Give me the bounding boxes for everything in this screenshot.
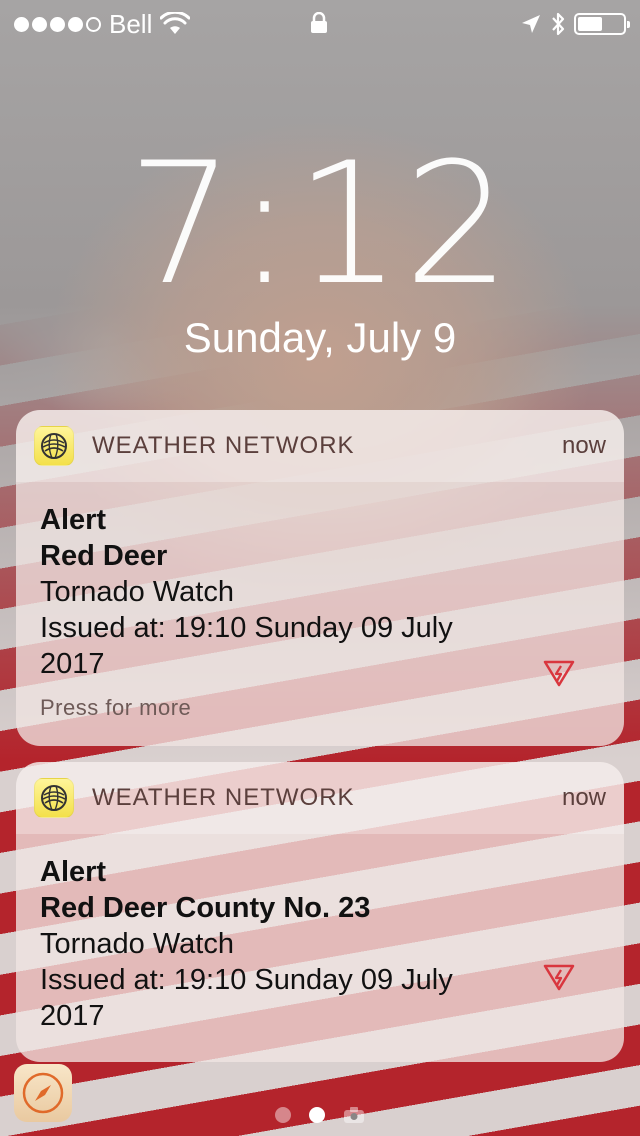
page-dot <box>275 1107 291 1123</box>
battery-level-fill <box>578 17 603 31</box>
notification-header: WEATHER NETWORK now <box>16 410 624 482</box>
battery-icon <box>574 13 630 35</box>
notification-card[interactable]: WEATHER NETWORK now Alert Red Deer Torna… <box>16 410 624 746</box>
status-right <box>520 11 630 37</box>
notification-body: Alert Red Deer County No. 23 Tornado Wat… <box>16 834 624 1034</box>
notification-title: Alert <box>40 856 107 888</box>
notification-issued: Issued at: 19:10 Sunday 09 July 2017 <box>40 964 453 1032</box>
notification-message: Tornado Watch <box>40 928 234 960</box>
weather-network-icon <box>34 426 74 466</box>
notification-title: Alert <box>40 504 107 536</box>
lock-screen-date: Sunday, July 9 <box>183 314 457 361</box>
signal-strength-icon <box>14 16 101 32</box>
weather-network-icon <box>34 778 74 818</box>
notification-time: now <box>561 432 606 459</box>
notification-issued: Issued at: 19:10 Sunday 09 July 2017 <box>40 612 453 680</box>
status-left: Bell <box>14 8 191 40</box>
camera-icon <box>344 1107 364 1123</box>
page-dot-active <box>309 1107 325 1123</box>
alert-warning-icon <box>543 660 575 687</box>
lock-screen-time: 7:12 <box>127 126 513 322</box>
page-indicator <box>0 1106 640 1124</box>
lock-icon <box>311 12 327 33</box>
notification-card[interactable]: WEATHER NETWORK now Alert Red Deer Count… <box>16 762 624 1062</box>
notification-header: WEATHER NETWORK now <box>16 762 624 834</box>
notification-time: now <box>561 784 606 811</box>
notification-location: Red Deer <box>40 540 168 572</box>
notification-message: Tornado Watch <box>40 576 234 608</box>
carrier-name: Bell <box>109 8 153 39</box>
notification-location: Red Deer County No. 23 <box>40 892 371 924</box>
location-arrow-icon <box>522 15 540 33</box>
alert-warning-icon <box>543 964 575 991</box>
bluetooth-icon <box>552 12 565 36</box>
wifi-icon <box>160 12 191 34</box>
notification-app-name: WEATHER NETWORK <box>92 784 355 811</box>
notification-body: Alert Red Deer Tornado Watch Issued at: … <box>16 482 624 726</box>
press-for-more-hint: Press for more <box>40 695 192 720</box>
notification-app-name: WEATHER NETWORK <box>92 432 355 459</box>
